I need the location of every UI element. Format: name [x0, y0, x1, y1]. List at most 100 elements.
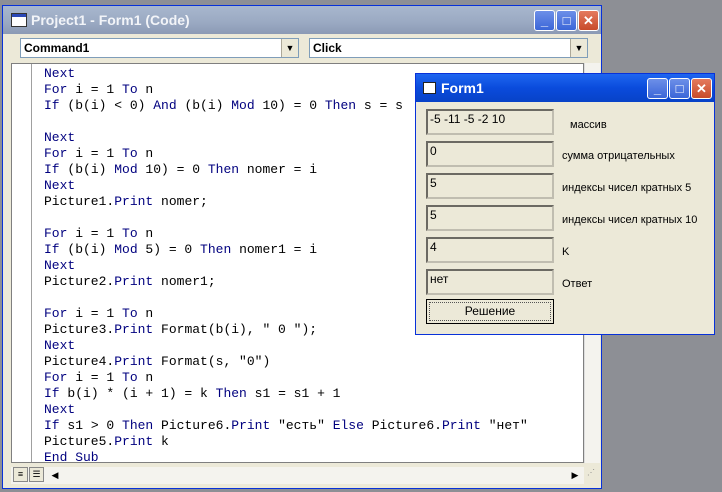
- object-combo-value: Command1: [24, 41, 90, 55]
- code-keyword: Next: [44, 338, 76, 353]
- code-token: k: [153, 434, 169, 449]
- code-token: Picture1.: [44, 194, 115, 209]
- code-window-icon: [11, 13, 27, 27]
- procedure-combo[interactable]: Click ▼: [309, 38, 588, 58]
- code-keyword: Print: [114, 354, 154, 369]
- code-keyword: Else: [332, 418, 364, 433]
- full-module-view-button[interactable]: ☰: [29, 467, 44, 482]
- code-keyword: Print: [231, 418, 271, 433]
- form1-icon: [423, 82, 436, 94]
- code-token: Picture2.: [44, 274, 115, 289]
- form1-titlebar[interactable]: Form1 _ □ ✕: [416, 74, 714, 102]
- code-keyword: If: [44, 162, 60, 177]
- code-token: s1 = s1 + 1: [246, 386, 341, 401]
- code-token: Picture6.: [363, 418, 442, 433]
- code-line[interactable]: If s1 > 0 Then Picture6.Print "есть" Els…: [44, 418, 528, 434]
- label-index-mult-10: индексы чисел кратных 10: [562, 214, 698, 226]
- code-keyword: To: [122, 82, 138, 97]
- code-token: Format(b(i), " 0 ");: [153, 322, 318, 337]
- minimize-icon: _: [653, 81, 662, 96]
- code-keyword: Then: [122, 418, 154, 433]
- code-keyword: If: [44, 386, 60, 401]
- picture-index-mult-10: 5: [426, 205, 554, 231]
- code-keyword: To: [122, 306, 138, 321]
- scroll-left-icon[interactable]: ◀: [49, 468, 61, 482]
- label-k: K: [562, 246, 570, 258]
- code-keyword: Mod: [114, 162, 138, 177]
- code-keyword: Print: [114, 434, 154, 449]
- procedure-view-button[interactable]: ≡: [13, 467, 28, 482]
- minimize-icon: _: [540, 13, 549, 28]
- label-array: массив: [570, 119, 607, 131]
- code-token: 10) = 0: [137, 162, 208, 177]
- horizontal-scrollbar[interactable]: ≡ ☰ ◀ ▶: [11, 467, 584, 484]
- code-token: n: [137, 82, 154, 97]
- code-token: i = 1: [67, 306, 123, 321]
- code-keyword: Next: [44, 402, 76, 417]
- object-combo[interactable]: Command1 ▼: [20, 38, 299, 58]
- scroll-right-icon[interactable]: ▶: [569, 468, 581, 482]
- full-module-view-icon: ☰: [32, 469, 41, 479]
- form1-window: Form1 _ □ ✕ -5 -11 -5 -2 10 массив 0 сум…: [415, 73, 715, 335]
- code-token: n: [137, 146, 154, 161]
- code-token: i = 1: [67, 226, 123, 241]
- chevron-down-icon[interactable]: ▼: [281, 39, 298, 57]
- chevron-down-icon[interactable]: ▼: [570, 39, 587, 57]
- code-keyword: End Sub: [44, 450, 99, 463]
- code-line[interactable]: Picture4.Print Format(s, "0"): [44, 354, 528, 370]
- code-keyword: If: [44, 242, 60, 257]
- code-keyword: Then: [324, 98, 357, 113]
- code-keyword: For: [44, 226, 68, 241]
- code-token: i = 1: [67, 146, 123, 161]
- code-token: n: [137, 306, 154, 321]
- code-keyword: Print: [441, 418, 481, 433]
- code-keyword: If: [44, 418, 60, 433]
- code-token: (b(i): [176, 98, 232, 113]
- code-keyword: Print: [114, 322, 154, 337]
- code-token: Picture5.: [44, 434, 115, 449]
- close-icon: ✕: [583, 13, 594, 28]
- code-keyword: Mod: [231, 98, 255, 113]
- solve-button[interactable]: Решение: [426, 299, 554, 324]
- picture-answer: нет: [426, 269, 554, 295]
- maximize-button[interactable]: □: [556, 10, 577, 31]
- code-keyword: To: [122, 226, 138, 241]
- code-token: nomer;: [153, 194, 208, 209]
- code-token: Picture4.: [44, 354, 115, 369]
- code-keyword: To: [122, 370, 138, 385]
- code-token: nomer = i: [239, 162, 318, 177]
- procedure-combo-value: Click: [313, 41, 342, 55]
- code-keyword: Print: [114, 274, 154, 289]
- close-button[interactable]: ✕: [578, 10, 599, 31]
- form1-maximize-button[interactable]: □: [669, 78, 690, 99]
- code-window-titlebar[interactable]: Project1 - Form1 (Code) _ □ ✕: [3, 6, 601, 34]
- label-negative-sum: сумма отрицательных: [562, 150, 675, 162]
- code-keyword: Then: [215, 386, 247, 401]
- code-keyword: For: [44, 82, 68, 97]
- code-line[interactable]: Next: [44, 402, 528, 418]
- code-keyword: And: [153, 98, 177, 113]
- code-token: (b(i) < 0): [59, 98, 154, 113]
- code-keyword: Next: [44, 66, 76, 81]
- code-keyword: Then: [207, 162, 240, 177]
- picture-k: 4: [426, 237, 554, 263]
- code-line[interactable]: Picture5.Print k: [44, 434, 528, 450]
- code-keyword: Next: [44, 178, 76, 193]
- picture-array: -5 -11 -5 -2 10: [426, 109, 554, 135]
- code-line[interactable]: End Sub: [44, 450, 528, 463]
- code-token: (b(i): [59, 242, 115, 257]
- procedure-view-icon: ≡: [17, 469, 24, 479]
- form1-close-button[interactable]: ✕: [691, 78, 712, 99]
- code-line[interactable]: For i = 1 To n: [44, 370, 528, 386]
- code-token: Format(s, "0"): [153, 354, 271, 369]
- code-line[interactable]: If b(i) * (i + 1) = k Then s1 = s1 + 1: [44, 386, 528, 402]
- code-line[interactable]: Next: [44, 338, 528, 354]
- code-token: "есть": [270, 418, 333, 433]
- code-token: nomer1;: [153, 274, 216, 289]
- code-token: nomer1 = i: [231, 242, 318, 257]
- resize-grip-icon[interactable]: ⋰: [587, 468, 599, 482]
- minimize-button[interactable]: _: [534, 10, 555, 31]
- code-token: b(i) * (i + 1) = k: [59, 386, 216, 401]
- form1-minimize-button[interactable]: _: [647, 78, 668, 99]
- code-token: 10) = 0: [254, 98, 325, 113]
